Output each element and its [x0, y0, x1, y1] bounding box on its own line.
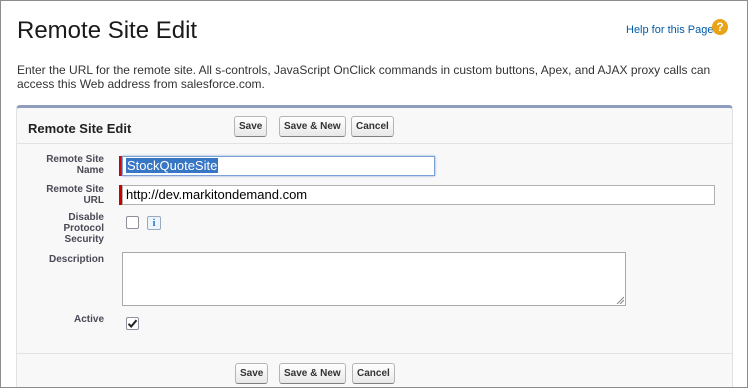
- active-checkbox[interactable]: [126, 317, 139, 330]
- description-textarea[interactable]: [122, 252, 626, 306]
- page-title: Remote Site Edit: [17, 17, 198, 44]
- disable-security-label-line2: Protocol: [63, 223, 104, 234]
- checkmark-icon: [127, 319, 138, 328]
- panel-title: Remote Site Edit: [28, 121, 132, 136]
- description-label: Description: [48, 254, 104, 265]
- disable-security-label-line3: Security: [64, 234, 104, 245]
- edit-panel: Remote Site Edit Save Save & New Cancel …: [16, 105, 733, 387]
- save-button-top[interactable]: Save: [234, 116, 268, 137]
- save-button-bottom[interactable]: Save: [235, 363, 269, 384]
- remote-site-url-value: http://dev.markitondemand.com: [126, 187, 308, 202]
- remote-site-url-label: Remote Site URL: [18, 184, 104, 206]
- info-icon[interactable]: i: [147, 216, 161, 230]
- disable-security-label-line1: Disable: [68, 212, 104, 223]
- cancel-button-bottom[interactable]: Cancel: [352, 363, 395, 384]
- help-link[interactable]: Help for this Page: [626, 24, 713, 36]
- remote-site-name-label-line1: Remote Site: [46, 154, 104, 165]
- remote-site-name-label: Remote Site Name: [18, 154, 104, 176]
- intro-text: Enter the URL for the remote site. All s…: [17, 63, 711, 91]
- panel-header: Remote Site Edit Save Save & New Cancel: [17, 108, 732, 144]
- save-new-button-bottom[interactable]: Save & New: [279, 363, 346, 384]
- remote-site-url-input[interactable]: http://dev.markitondemand.com: [122, 185, 715, 205]
- save-new-button-top[interactable]: Save & New: [279, 116, 346, 137]
- help-icon[interactable]: ?: [712, 19, 728, 35]
- disable-protocol-security-label: Disable Protocol Security: [18, 212, 104, 245]
- active-label: Active: [73, 314, 104, 325]
- remote-site-name-value: StockQuoteSite: [126, 158, 219, 173]
- remote-site-url-label-line1: Remote Site: [46, 184, 104, 195]
- cancel-button-top[interactable]: Cancel: [351, 116, 394, 137]
- footer-divider: [17, 353, 732, 354]
- remote-site-name-label-line2: Name: [76, 165, 104, 176]
- remote-site-name-input[interactable]: StockQuoteSite: [122, 156, 435, 176]
- disable-protocol-security-checkbox[interactable]: [126, 216, 139, 229]
- window-frame: Remote Site Edit Help for this Page ? En…: [0, 0, 748, 388]
- resize-grip-icon[interactable]: [616, 296, 624, 304]
- remote-site-url-label-line2: URL: [83, 195, 104, 206]
